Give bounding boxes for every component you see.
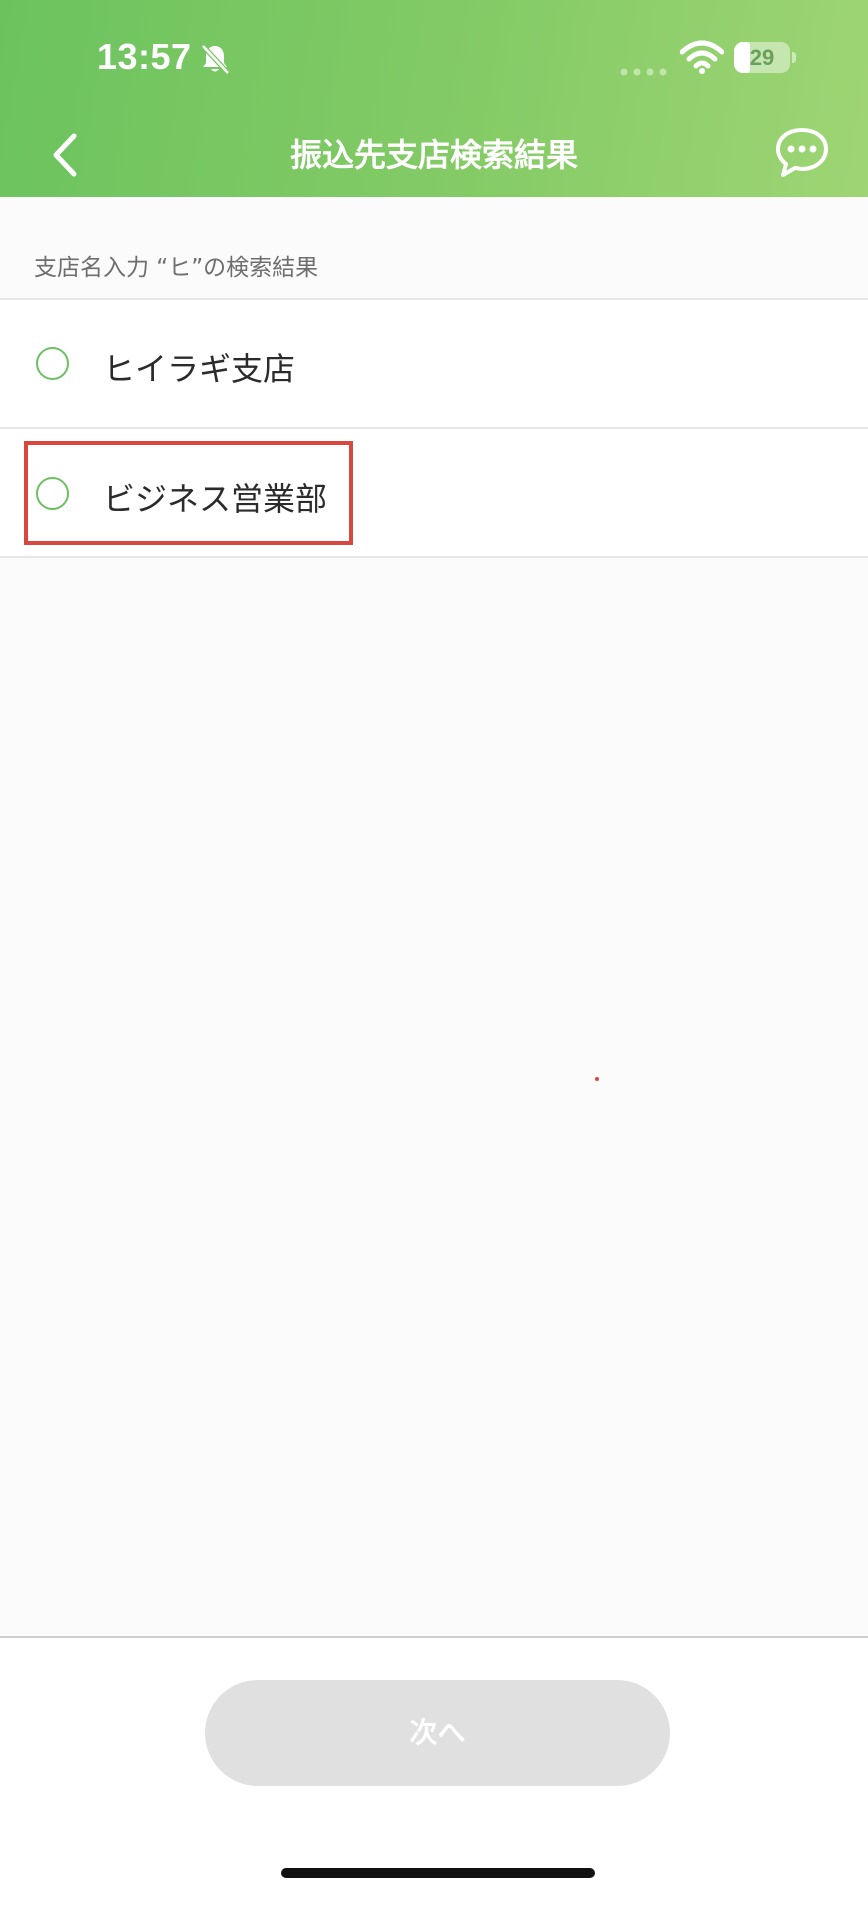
next-button[interactable]: 次へ [205, 1680, 670, 1786]
marker-dot [595, 1077, 599, 1081]
divider [0, 556, 868, 558]
bell-slash-icon [198, 42, 232, 76]
status-bar: 13:57 29 [0, 0, 868, 110]
header: 13:57 29 振込先支店検索結果 [0, 0, 868, 197]
page-title: 振込先支店検索結果 [289, 136, 578, 174]
chat-bubble-icon [776, 128, 828, 177]
radio-button[interactable] [36, 347, 69, 380]
search-result-label: 支店名入力 “ヒ”の検索結果 [34, 255, 319, 281]
nav-bar: 振込先支店検索結果 [0, 110, 868, 197]
chat-button[interactable] [774, 126, 830, 180]
battery-icon: 29 [734, 42, 796, 73]
wifi-icon [679, 40, 725, 74]
status-time: 13:57 [97, 36, 192, 77]
home-indicator [281, 1868, 595, 1878]
branch-option-hiiragi[interactable]: ヒイラギ支店 [0, 300, 868, 427]
branch-option-label: ヒイラギ支店 [103, 350, 296, 388]
battery-level: 29 [749, 45, 775, 70]
signal-icon [620, 62, 668, 76]
back-button[interactable] [40, 124, 90, 184]
chevron-left-icon [53, 133, 77, 177]
highlight-box [24, 441, 353, 545]
